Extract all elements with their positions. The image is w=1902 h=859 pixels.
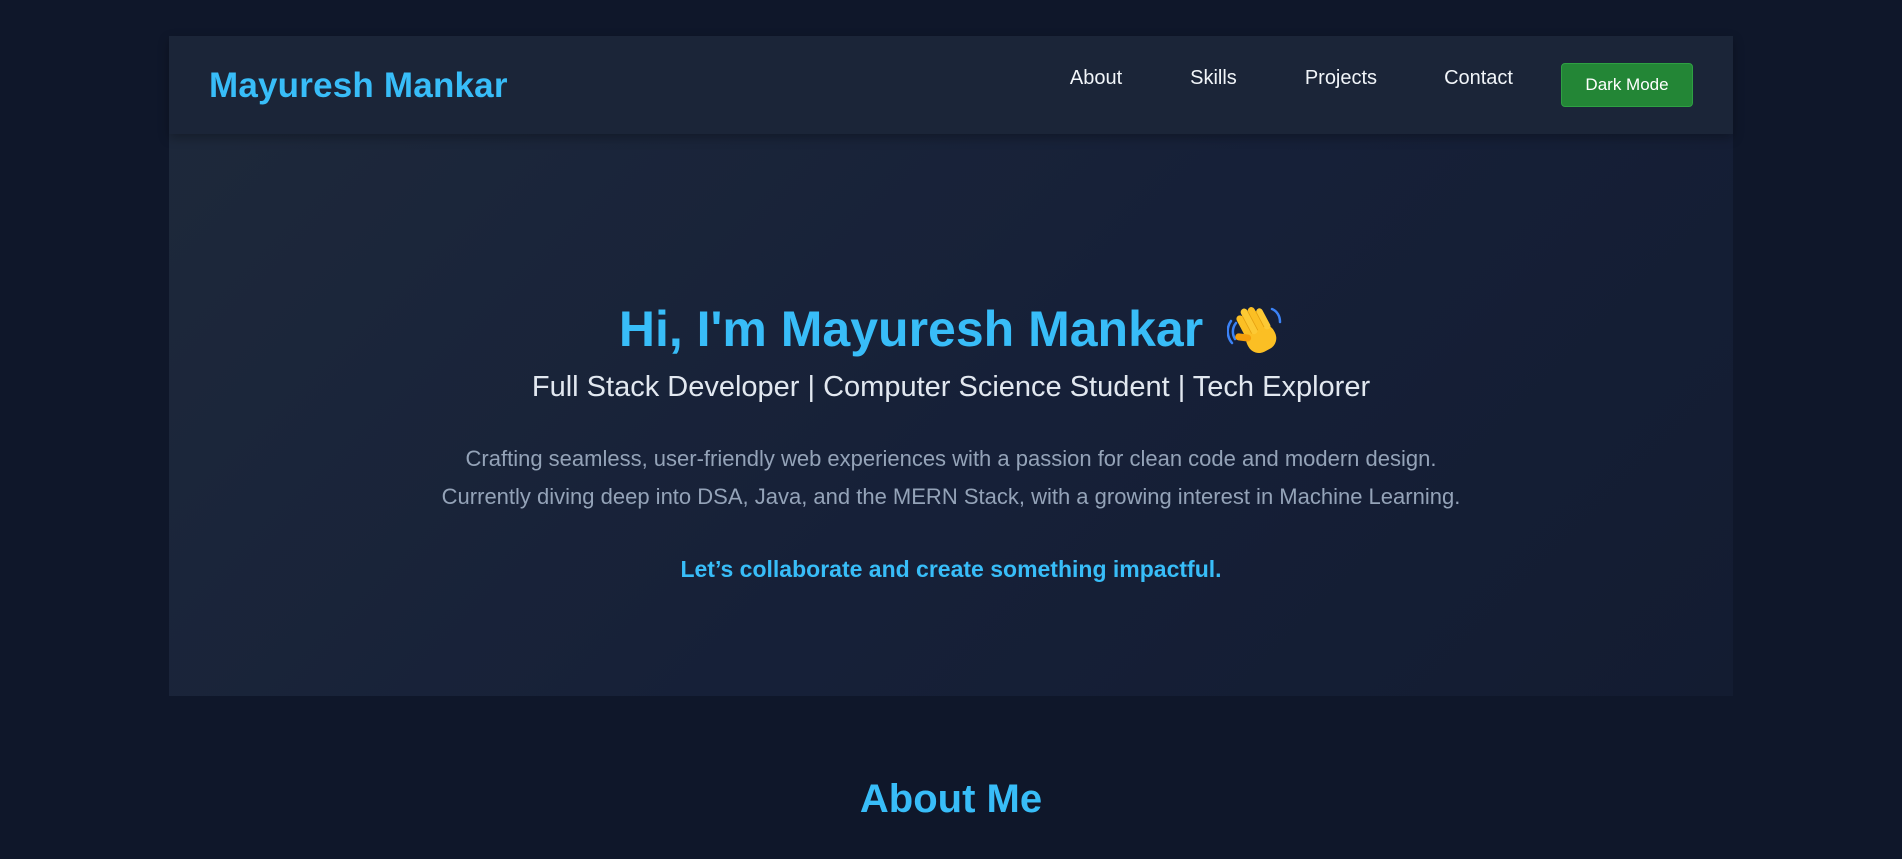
nav-link-projects[interactable]: Projects bbox=[1305, 67, 1377, 90]
hero-title-text: Hi, I'm Mayuresh Mankar bbox=[618, 301, 1204, 357]
hero-description-line: Currently diving deep into DSA, Java, an… bbox=[441, 484, 1461, 509]
hero-card: Mayuresh Mankar About Skills Projects Co… bbox=[169, 36, 1733, 696]
hero-title: Hi, I'm Mayuresh Mankar bbox=[169, 300, 1733, 358]
nav-link-contact[interactable]: Contact bbox=[1444, 67, 1513, 90]
about-heading: About Me bbox=[859, 777, 1043, 821]
brand-name[interactable]: Mayuresh Mankar bbox=[209, 66, 508, 106]
dark-mode-button[interactable]: Dark Mode bbox=[1561, 63, 1693, 107]
navbar: Mayuresh Mankar About Skills Projects Co… bbox=[169, 36, 1733, 134]
portfolio-page: Mayuresh Mankar About Skills Projects Co… bbox=[0, 0, 1902, 859]
hero-description: Crafting seamless, user-friendly web exp… bbox=[169, 440, 1733, 516]
nav-link-skills[interactable]: Skills bbox=[1190, 67, 1237, 90]
nav-link-about[interactable]: About bbox=[1070, 67, 1122, 90]
hero-subtitle: Full Stack Developer | Computer Science … bbox=[531, 371, 1371, 403]
hero-cta: Let’s collaborate and create something i… bbox=[680, 556, 1222, 582]
nav-links: About Skills Projects Contact Dark Mode bbox=[1070, 36, 1733, 134]
hero-section: Hi, I'm Mayuresh Mankar Full Stack Devel… bbox=[169, 134, 1733, 696]
waving-hand-icon bbox=[1226, 301, 1283, 357]
hero-description-line: Crafting seamless, user-friendly web exp… bbox=[465, 446, 1437, 471]
